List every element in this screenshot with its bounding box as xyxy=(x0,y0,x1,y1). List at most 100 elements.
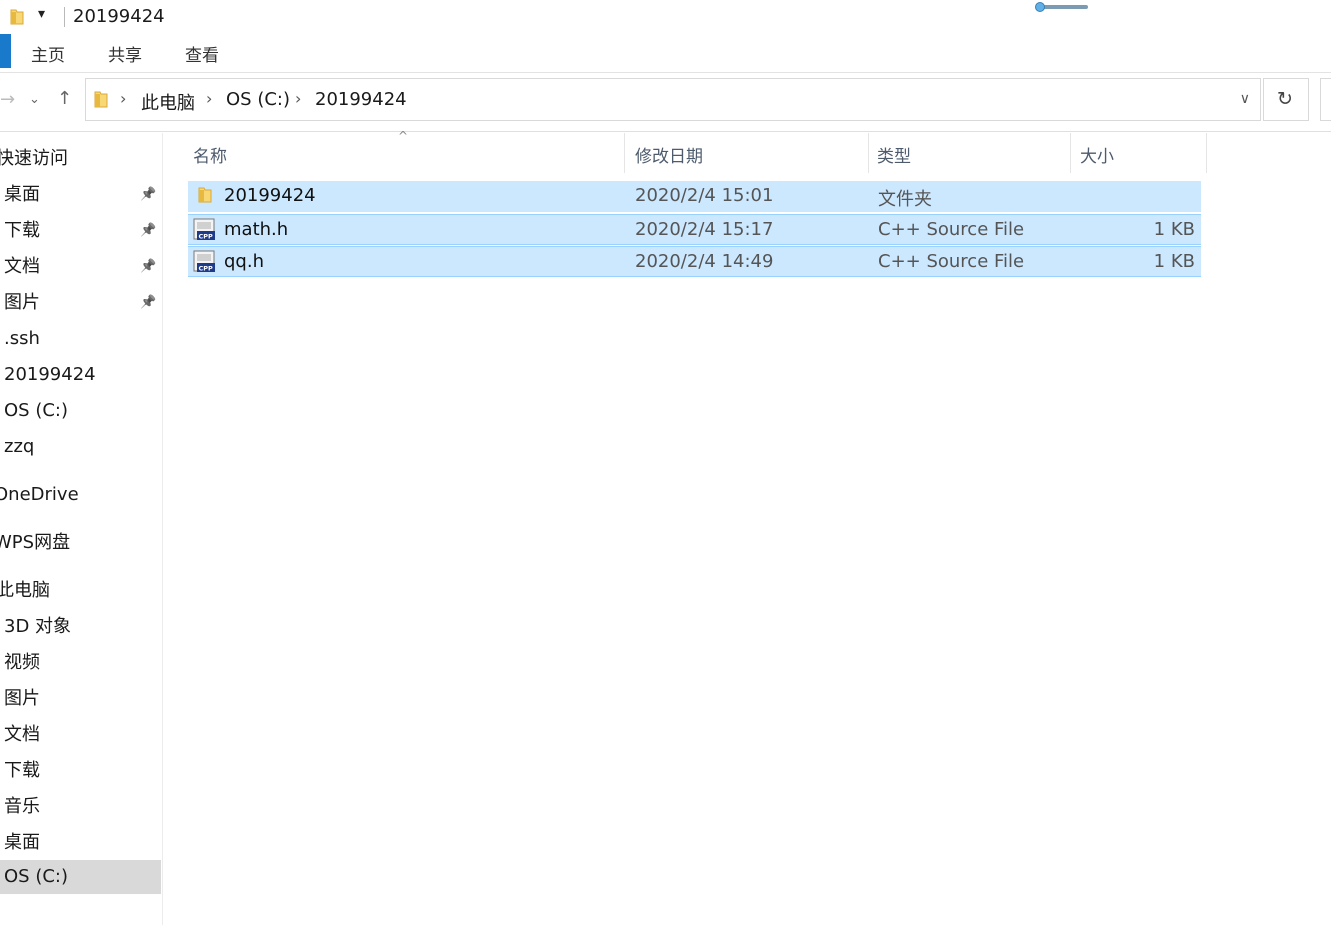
file-type: C++ Source File xyxy=(878,219,1025,240)
breadcrumb-folder[interactable]: 20199424 xyxy=(315,89,407,110)
sidebar-item-onedrive[interactable]: OneDrive xyxy=(0,478,161,512)
sidebar-item-os-c[interactable]: OS (C:) xyxy=(0,394,161,428)
slider-icon[interactable] xyxy=(1034,2,1090,12)
sidebar-item-pictures[interactable]: 图片 📌 xyxy=(0,286,161,320)
file-date: 2020/2/4 15:17 xyxy=(635,219,774,240)
folder-icon xyxy=(10,9,24,25)
sidebar-item-videos[interactable]: 视频 xyxy=(0,646,161,680)
table-row[interactable]: CPP qq.h 2020/2/4 14:49 C++ Source File 1 KB xyxy=(188,246,1201,277)
svg-text:CPP: CPP xyxy=(199,265,214,273)
address-row: → ⌄ ↑ › 此电脑 › OS (C:) › 20199424 ∨ ↻ xyxy=(0,73,1331,132)
file-type: C++ Source File xyxy=(878,251,1025,272)
recent-locations-chevron-icon[interactable]: ⌄ xyxy=(29,89,40,111)
column-header-name[interactable]: 名称 xyxy=(193,142,227,167)
sidebar-item-documents[interactable]: 文档 xyxy=(0,718,161,752)
quick-access-dropdown-icon[interactable]: ▾ xyxy=(38,6,45,22)
sidebar-item-desktop[interactable]: 桌面 📌 xyxy=(0,178,161,212)
ribbon: 主页 共享 查看 xyxy=(0,34,1331,73)
search-input[interactable] xyxy=(1320,78,1331,121)
refresh-button[interactable]: ↻ xyxy=(1263,78,1309,121)
sidebar-item-this-pc[interactable]: 此电脑 xyxy=(0,574,161,608)
sidebar-item-label: 视频 xyxy=(4,652,40,673)
sidebar-item-label: 文档 xyxy=(4,724,40,745)
file-tab[interactable] xyxy=(0,34,11,68)
file-size: 1 KB xyxy=(1153,219,1195,240)
breadcrumb-this-pc[interactable]: 此电脑 xyxy=(141,89,195,115)
sidebar-item-label: 此电脑 xyxy=(0,580,50,601)
sidebar-item-label: 20199424 xyxy=(4,364,96,385)
sort-ascending-icon: ^ xyxy=(398,129,409,143)
table-row[interactable]: CPP math.h 2020/2/4 15:17 C++ Source File 1 … xyxy=(188,214,1201,245)
sidebar-item-label: 图片 xyxy=(4,292,40,313)
column-header-date[interactable]: 修改日期 xyxy=(635,142,703,167)
folder-icon xyxy=(94,91,108,108)
pin-icon[interactable]: 📌 xyxy=(140,295,156,311)
sidebar-item-downloads[interactable]: 下载 📌 xyxy=(0,214,161,248)
tab-view[interactable]: 查看 xyxy=(185,41,219,66)
sidebar-item-desktop[interactable]: 桌面 xyxy=(0,826,161,860)
sidebar-item-label: OneDrive xyxy=(0,484,79,505)
tab-home[interactable]: 主页 xyxy=(31,41,65,66)
sidebar-item-label: 下载 xyxy=(4,220,40,241)
tab-share[interactable]: 共享 xyxy=(108,41,142,66)
address-bar[interactable]: › 此电脑 › OS (C:) › 20199424 ∨ xyxy=(85,78,1261,121)
chevron-right-icon[interactable]: › xyxy=(295,89,301,108)
sidebar-item-label: OS (C:) xyxy=(4,400,68,421)
sidebar-item-os-c[interactable]: OS (C:) xyxy=(0,860,161,894)
sidebar-item-label: OS (C:) xyxy=(4,866,68,887)
sidebar-item-label: 3D 对象 xyxy=(4,616,72,637)
pin-icon[interactable]: 📌 xyxy=(140,187,156,203)
file-date: 2020/2/4 14:49 xyxy=(635,251,774,272)
file-date: 2020/2/4 15:01 xyxy=(635,185,774,206)
sidebar-item-zzq[interactable]: zzq xyxy=(0,430,161,464)
sidebar-item-label: 文档 xyxy=(4,256,40,277)
column-divider[interactable] xyxy=(1070,133,1071,173)
up-arrow-icon[interactable]: ↑ xyxy=(57,88,72,110)
navigation-pane: 快速访问桌面 📌 下载 📌 文档 📌 图片 📌 .ssh 20199424 OS (C:) zzq On… xyxy=(0,133,163,925)
sidebar-item-wps-drive[interactable]: WPS网盘 xyxy=(0,526,161,560)
chevron-right-icon[interactable]: › xyxy=(120,89,126,108)
sidebar-item-pictures[interactable]: 图片 xyxy=(0,682,161,716)
sidebar-item-label: 桌面 xyxy=(4,832,40,853)
sidebar-item-label: 快速访问 xyxy=(0,148,68,169)
file-size: 1 KB xyxy=(1153,251,1195,272)
sidebar-item-label: 音乐 xyxy=(4,796,40,817)
svg-text:CPP: CPP xyxy=(199,233,214,241)
folder-icon xyxy=(198,187,212,203)
chevron-right-icon[interactable]: › xyxy=(206,89,212,108)
title-bar: ▾ 20199424 xyxy=(0,0,1331,34)
file-type: 文件夹 xyxy=(878,189,932,210)
file-name: qq.h xyxy=(224,251,264,272)
sidebar-item-label: 桌面 xyxy=(4,184,40,205)
breadcrumb-os-c[interactable]: OS (C:) xyxy=(226,89,290,110)
sidebar-item-quick-access[interactable]: 快速访问 xyxy=(0,142,161,176)
file-list: ^ 名称 修改日期 类型 大小 20199424 2020/2/4 15:01 文件… xyxy=(163,129,1331,925)
sidebar-item-label: 下载 xyxy=(4,760,40,781)
chevron-down-icon[interactable]: ∨ xyxy=(1240,91,1250,107)
cpp-file-icon: CPP xyxy=(193,218,215,241)
sidebar-item-label: WPS网盘 xyxy=(0,532,71,553)
column-divider[interactable] xyxy=(868,133,869,173)
refresh-icon: ↻ xyxy=(1277,88,1293,110)
sidebar-item-3d-objects[interactable]: 3D 对象 xyxy=(0,610,161,644)
column-divider[interactable] xyxy=(624,133,625,173)
file-name: 20199424 xyxy=(224,185,316,206)
pin-icon[interactable]: 📌 xyxy=(140,259,156,275)
sidebar-item-music[interactable]: 音乐 xyxy=(0,790,161,824)
column-divider[interactable] xyxy=(1206,133,1207,173)
sidebar-item-documents[interactable]: 文档 📌 xyxy=(0,250,161,284)
file-name: math.h xyxy=(224,219,289,240)
sidebar-item-label: 图片 xyxy=(4,688,40,709)
sidebar-item-ssh[interactable]: .ssh xyxy=(0,322,161,356)
cpp-file-icon: CPP xyxy=(193,250,215,273)
divider xyxy=(64,7,65,27)
sidebar-item-folder-20199424[interactable]: 20199424 xyxy=(0,358,161,392)
table-row[interactable]: 20199424 2020/2/4 15:01 文件夹 xyxy=(188,181,1201,212)
sidebar-item-label: zzq xyxy=(4,436,35,457)
column-header-type[interactable]: 类型 xyxy=(877,142,911,167)
sidebar-item-downloads[interactable]: 下载 xyxy=(0,754,161,788)
forward-arrow-icon[interactable]: → xyxy=(0,89,15,111)
pin-icon[interactable]: 📌 xyxy=(140,223,156,239)
column-header-size[interactable]: 大小 xyxy=(1080,142,1114,167)
window-title: 20199424 xyxy=(73,6,165,27)
